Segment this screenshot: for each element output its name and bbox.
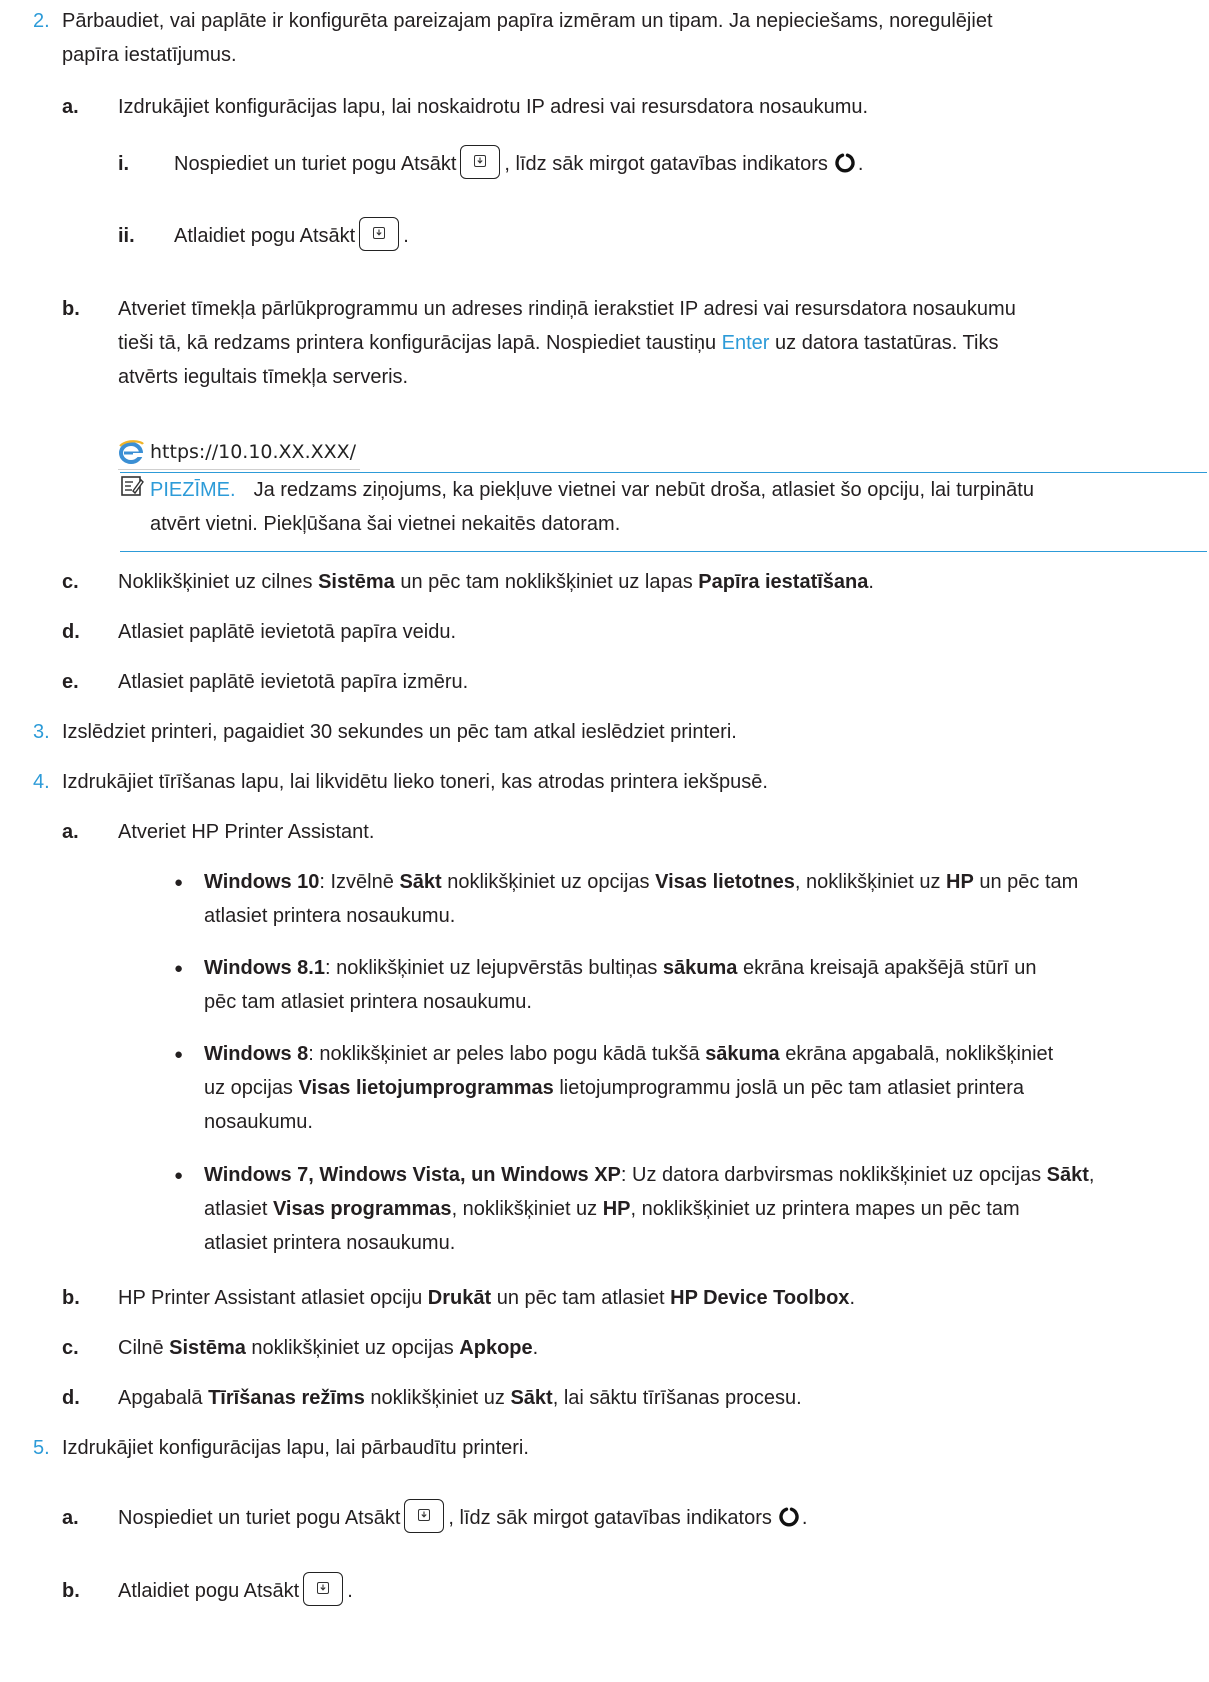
bullet-text-cont: nosaukumu. — [204, 1111, 313, 1133]
note-icon — [121, 476, 144, 496]
ui-term: Sistēma — [318, 571, 395, 593]
resume-button-icon — [359, 216, 400, 251]
bullet-dot: ● — [174, 1046, 184, 1063]
substep-letter: b. — [62, 298, 80, 320]
note-text-cont: atvērt vietni. Piekļūšana šai vietnei ne… — [150, 513, 621, 535]
bullet-windows-7: Windows 7, Windows Vista, un Windows XP:… — [204, 1164, 1095, 1186]
bullet-windows-8-1: Windows 8.1: noklikšķiniet uz lejupvērst… — [204, 957, 1037, 979]
substep-text: Atveriet HP Printer Assistant. — [118, 821, 375, 843]
note: PIEZĪME. Ja redzams ziņojums, ka piekļuve… — [150, 474, 1034, 507]
resume-button-icon — [404, 1498, 445, 1533]
substep-text-cont: tieši tā, kā redzams printera konfigurāc… — [118, 332, 999, 354]
ui-term: Apkope — [459, 1337, 533, 1359]
ui-term: Drukāt — [427, 1287, 492, 1309]
bullet-dot: ● — [174, 874, 184, 891]
ui-term: Papīra iestatīšana — [698, 571, 869, 593]
bullet-windows-10: Windows 10: Izvēlnē Sākt noklikšķiniet u… — [204, 871, 1079, 893]
bullet-text-cont: atlasiet Visas programmas, noklikšķiniet… — [204, 1198, 1020, 1220]
step-text: Izslēdziet printeri, pagaidiet 30 sekund… — [62, 721, 737, 743]
substep-roman: i. — [118, 153, 130, 175]
substep-roman: ii. — [118, 225, 135, 247]
instruction-text: Atlaidiet pogu Atsākt — [174, 225, 356, 247]
ui-term: Tīrīšanas režīms — [208, 1387, 365, 1409]
note-title: PIEZĪME. — [150, 479, 236, 501]
substep-letter: c. — [62, 1337, 79, 1359]
substep-text: Izdrukājiet konfigurācijas lapu, lai nos… — [118, 96, 869, 118]
substep-letter: d. — [62, 621, 80, 643]
browser-icon — [119, 440, 144, 464]
substep-letter: b. — [62, 1287, 80, 1309]
substep-letter: e. — [62, 671, 79, 693]
substep-letter: a. — [62, 1507, 79, 1529]
bullet-text-cont: atlasiet printera nosaukumu. — [204, 905, 456, 927]
ui-term: HP Device Toolbox — [670, 1287, 850, 1309]
ui-term: Sistēma — [169, 1337, 246, 1359]
step-text: Izdrukājiet konfigurācijas lapu, lai pār… — [62, 1437, 529, 1459]
substep-letter: b. — [62, 1580, 80, 1602]
enter-key-link[interactable]: Enter — [722, 332, 770, 354]
bullet-dot: ● — [174, 960, 184, 977]
substep-text-cont: atvērts iegultais tīmekļa serveris. — [118, 366, 409, 388]
step-text: Pārbaudiet, vai paplāte ir konfigurēta p… — [62, 10, 993, 32]
bullet-text-cont: uz opcijas Visas lietojumprogrammas liet… — [204, 1077, 1025, 1099]
url-text: https://10.10.XX.XXX/ — [150, 441, 357, 463]
instruction-text: Nospiediet un turiet pogu Atsākt — [174, 153, 457, 175]
browser-address-bar: https://10.10.XX.XXX/ — [118, 435, 361, 470]
bullet-dot: ● — [174, 1167, 184, 1184]
resume-button-icon — [303, 1571, 344, 1606]
substep-text: Atlasiet paplātē ievietotā papīra izmēru… — [118, 671, 469, 693]
substep-letter: d. — [62, 1387, 80, 1409]
substep-text: Atveriet tīmekļa pārlūkprogrammu un adre… — [118, 298, 1016, 320]
note-divider-top — [120, 472, 1207, 473]
note-divider-bottom — [120, 551, 1207, 552]
bullet-windows-8: Windows 8: noklikšķiniet ar peles labo p… — [204, 1043, 1054, 1065]
instruction-text: , līdz sāk mirgot gatavības indikators — [504, 153, 828, 175]
resume-button-icon — [460, 144, 501, 179]
substep-letter: a. — [62, 96, 79, 118]
bullet-text-cont: atlasiet printera nosaukumu. — [204, 1232, 456, 1254]
ui-term: Sākt — [510, 1387, 553, 1409]
substep-text: Atlasiet paplātē ievietotā papīra veidu. — [118, 621, 456, 643]
note-text: Ja redzams ziņojums, ka piekļuve vietnei… — [253, 479, 1034, 501]
bullet-text-cont: pēc tam atlasiet printera nosaukumu. — [204, 991, 532, 1013]
substep-letter: a. — [62, 821, 79, 843]
ready-light-icon — [835, 153, 855, 173]
substep-letter: c. — [62, 571, 79, 593]
step-text-cont: papīra iestatījumus. — [62, 44, 237, 66]
ready-light-icon — [779, 1507, 799, 1527]
step-text: Izdrukājiet tīrīšanas lapu, lai likvidēt… — [62, 771, 768, 793]
